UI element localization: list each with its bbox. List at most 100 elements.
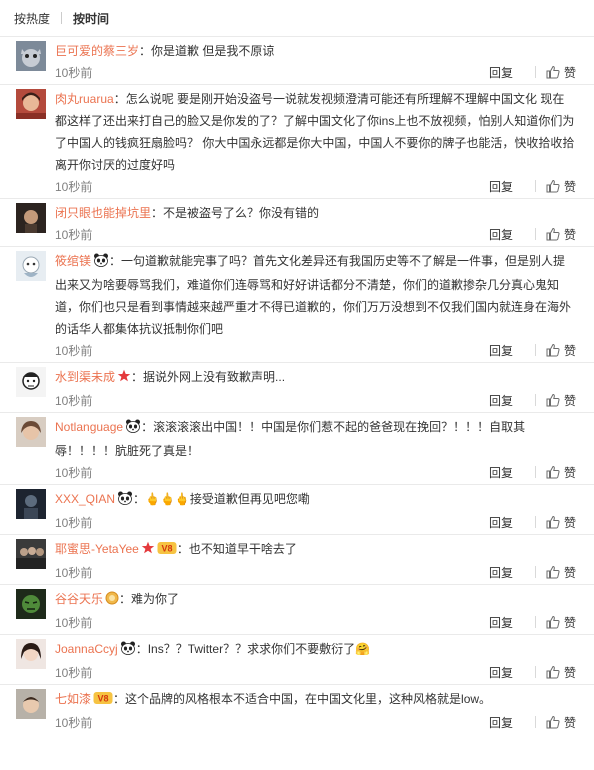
reply-button[interactable]: 回复 [489,614,513,631]
comment-time: 10秒前 [55,227,93,242]
reply-button[interactable]: 回复 [489,664,513,681]
woman-photo-avatar[interactable] [16,417,46,447]
sort-bar: 按热度 按时间 [0,0,594,36]
sketch-face-avatar[interactable] [16,367,46,397]
girl-face-avatar[interactable] [16,639,46,669]
comment-actions: 回复 赞 [489,564,576,581]
like-button[interactable]: 赞 [546,464,576,481]
like-button[interactable]: 赞 [546,342,576,359]
sort-by-time[interactable]: 按时间 [73,10,109,27]
reply-button[interactable]: 回复 [489,226,513,243]
like-label: 赞 [563,65,576,80]
comment-item: 闭只眼也能掉坑里：不是被盗号了么？你没有错的 10秒前 回复 赞 [0,198,594,246]
comment-meta: 10秒前 回复 赞 [55,176,576,198]
dark-portrait-avatar[interactable] [16,203,46,233]
comment-meta: 10秒前 回复 赞 [55,224,576,246]
comment-actions: 回复 赞 [489,464,576,481]
comment-actions: 回复 赞 [489,514,576,531]
reply-button[interactable]: 回复 [489,714,513,731]
divider [61,12,63,24]
comment-time: 10秒前 [55,715,93,730]
divider [534,180,536,192]
colon-separator: ： [139,44,152,58]
comment-text: 这个品牌的风格根本不适合中国，在中国文化里，这种风格就是low。 [125,692,492,706]
comment-time: 10秒前 [55,65,93,80]
like-button[interactable]: 赞 [546,614,576,631]
comment-username[interactable]: 水到渠未成 [55,370,115,384]
comment-item: 七如漆 V8 ：这个品牌的风格根本不适合中国，在中国文化里，这种风格就是low。 10… [0,684,594,734]
comment-time: 10秒前 [55,179,93,194]
comment-text: 据说外网上没有致歉声明... [143,370,286,384]
thumbs-up-icon [546,65,564,79]
comment-username[interactable]: JoannaCcyj [55,642,118,656]
comment-username[interactable]: 筱绾镁 [55,254,91,268]
comment-text: 不是被盗号了么？你没有错的 [163,206,320,220]
dark-figure-avatar[interactable] [16,489,46,519]
comment-username[interactable]: 谷谷天乐 [55,592,103,606]
like-button[interactable]: 赞 [546,714,576,731]
thumbs-up-icon [546,515,564,529]
like-button[interactable]: 赞 [546,392,576,409]
comment-meta: 10秒前 回复 赞 [55,562,576,584]
like-button[interactable]: 赞 [546,664,576,681]
comment-username[interactable]: XXX_QIAN [55,492,115,506]
light-cartoon-avatar[interactable] [16,251,46,281]
comment-actions: 回复 赞 [489,664,576,681]
reply-button[interactable]: 回复 [489,464,513,481]
child-photo-avatar[interactable] [16,689,46,719]
comment-time: 10秒前 [55,665,93,680]
red-star-icon [117,368,131,390]
divider [534,666,536,678]
panda-icon [125,418,141,440]
like-label: 赞 [563,465,576,480]
sort-by-hot[interactable]: 按热度 [14,10,50,27]
hulk-avatar[interactable] [16,589,46,619]
reply-button[interactable]: 回复 [489,392,513,409]
comment-content: Notlanguage ：滚滚滚滚出中国！！中国是你们惹不起的爸爸现在挽回？！！！… [55,413,576,462]
divider [534,516,536,528]
like-button[interactable]: 赞 [546,178,576,195]
girl-photo-avatar[interactable] [16,89,46,119]
comment-text: 接受道歉但再见吧您嘞 [189,492,310,506]
reply-button[interactable]: 回复 [489,64,513,81]
thumbs-up-icon [546,465,564,479]
comment-username[interactable]: 七如漆 [55,692,91,706]
colon-separator: ： [151,206,164,220]
thumbs-up-icon [546,393,564,407]
comment-content: 谷谷天乐 ：难为你了 [55,585,576,612]
like-label: 赞 [563,393,576,408]
svg-text:V8: V8 [161,544,172,554]
comment-content: 七如漆 V8 ：这个品牌的风格根本不适合中国，在中国文化里，这种风格就是low。 [55,685,576,712]
reply-button[interactable]: 回复 [489,514,513,531]
divider [534,566,536,578]
like-label: 赞 [563,665,576,680]
band-photo-avatar[interactable] [16,539,46,569]
comment-username[interactable]: 巨可爱的蔡三岁 [55,44,139,58]
comment-item: XXX_QIAN ：🖕🖕🖕接受道歉但再见吧您嘞 10秒前 回复 赞 [0,484,594,534]
like-button[interactable]: 赞 [546,226,576,243]
comment-username[interactable]: 肉丸ruarua [55,92,114,106]
like-label: 赞 [563,227,576,242]
cat-cartoon-avatar[interactable] [16,41,46,71]
comment-time: 10秒前 [55,343,93,358]
like-label: 赞 [563,179,576,194]
like-button[interactable]: 赞 [546,514,576,531]
reply-button[interactable]: 回复 [489,564,513,581]
divider [534,394,536,406]
reply-button[interactable]: 回复 [489,342,513,359]
comment-meta: 10秒前 回复 赞 [55,712,576,734]
like-button[interactable]: 赞 [546,564,576,581]
comment-content: 筱绾镁 ：一句道歉就能完事了吗？首先文化差异还有我国历史等不了解是一件事，但是别人… [55,247,576,340]
reply-button[interactable]: 回复 [489,178,513,195]
comment-meta: 10秒前 回复 赞 [55,340,576,362]
comment-actions: 回复 赞 [489,342,576,359]
comment-item: 肉丸ruarua：怎么说呢 要是刚开始没盗号一说就发视频澄清可能还有所理解不理解… [0,84,594,198]
divider [534,344,536,356]
like-label: 赞 [563,715,576,730]
comment-actions: 回复 赞 [489,178,576,195]
comment-username[interactable]: 闭只眼也能掉坑里 [55,206,151,220]
like-button[interactable]: 赞 [546,64,576,81]
comment-username[interactable]: Notlanguage [55,420,123,434]
comment-username[interactable]: 耶蜜思-YetaYee [55,542,139,556]
comment-time: 10秒前 [55,565,93,580]
